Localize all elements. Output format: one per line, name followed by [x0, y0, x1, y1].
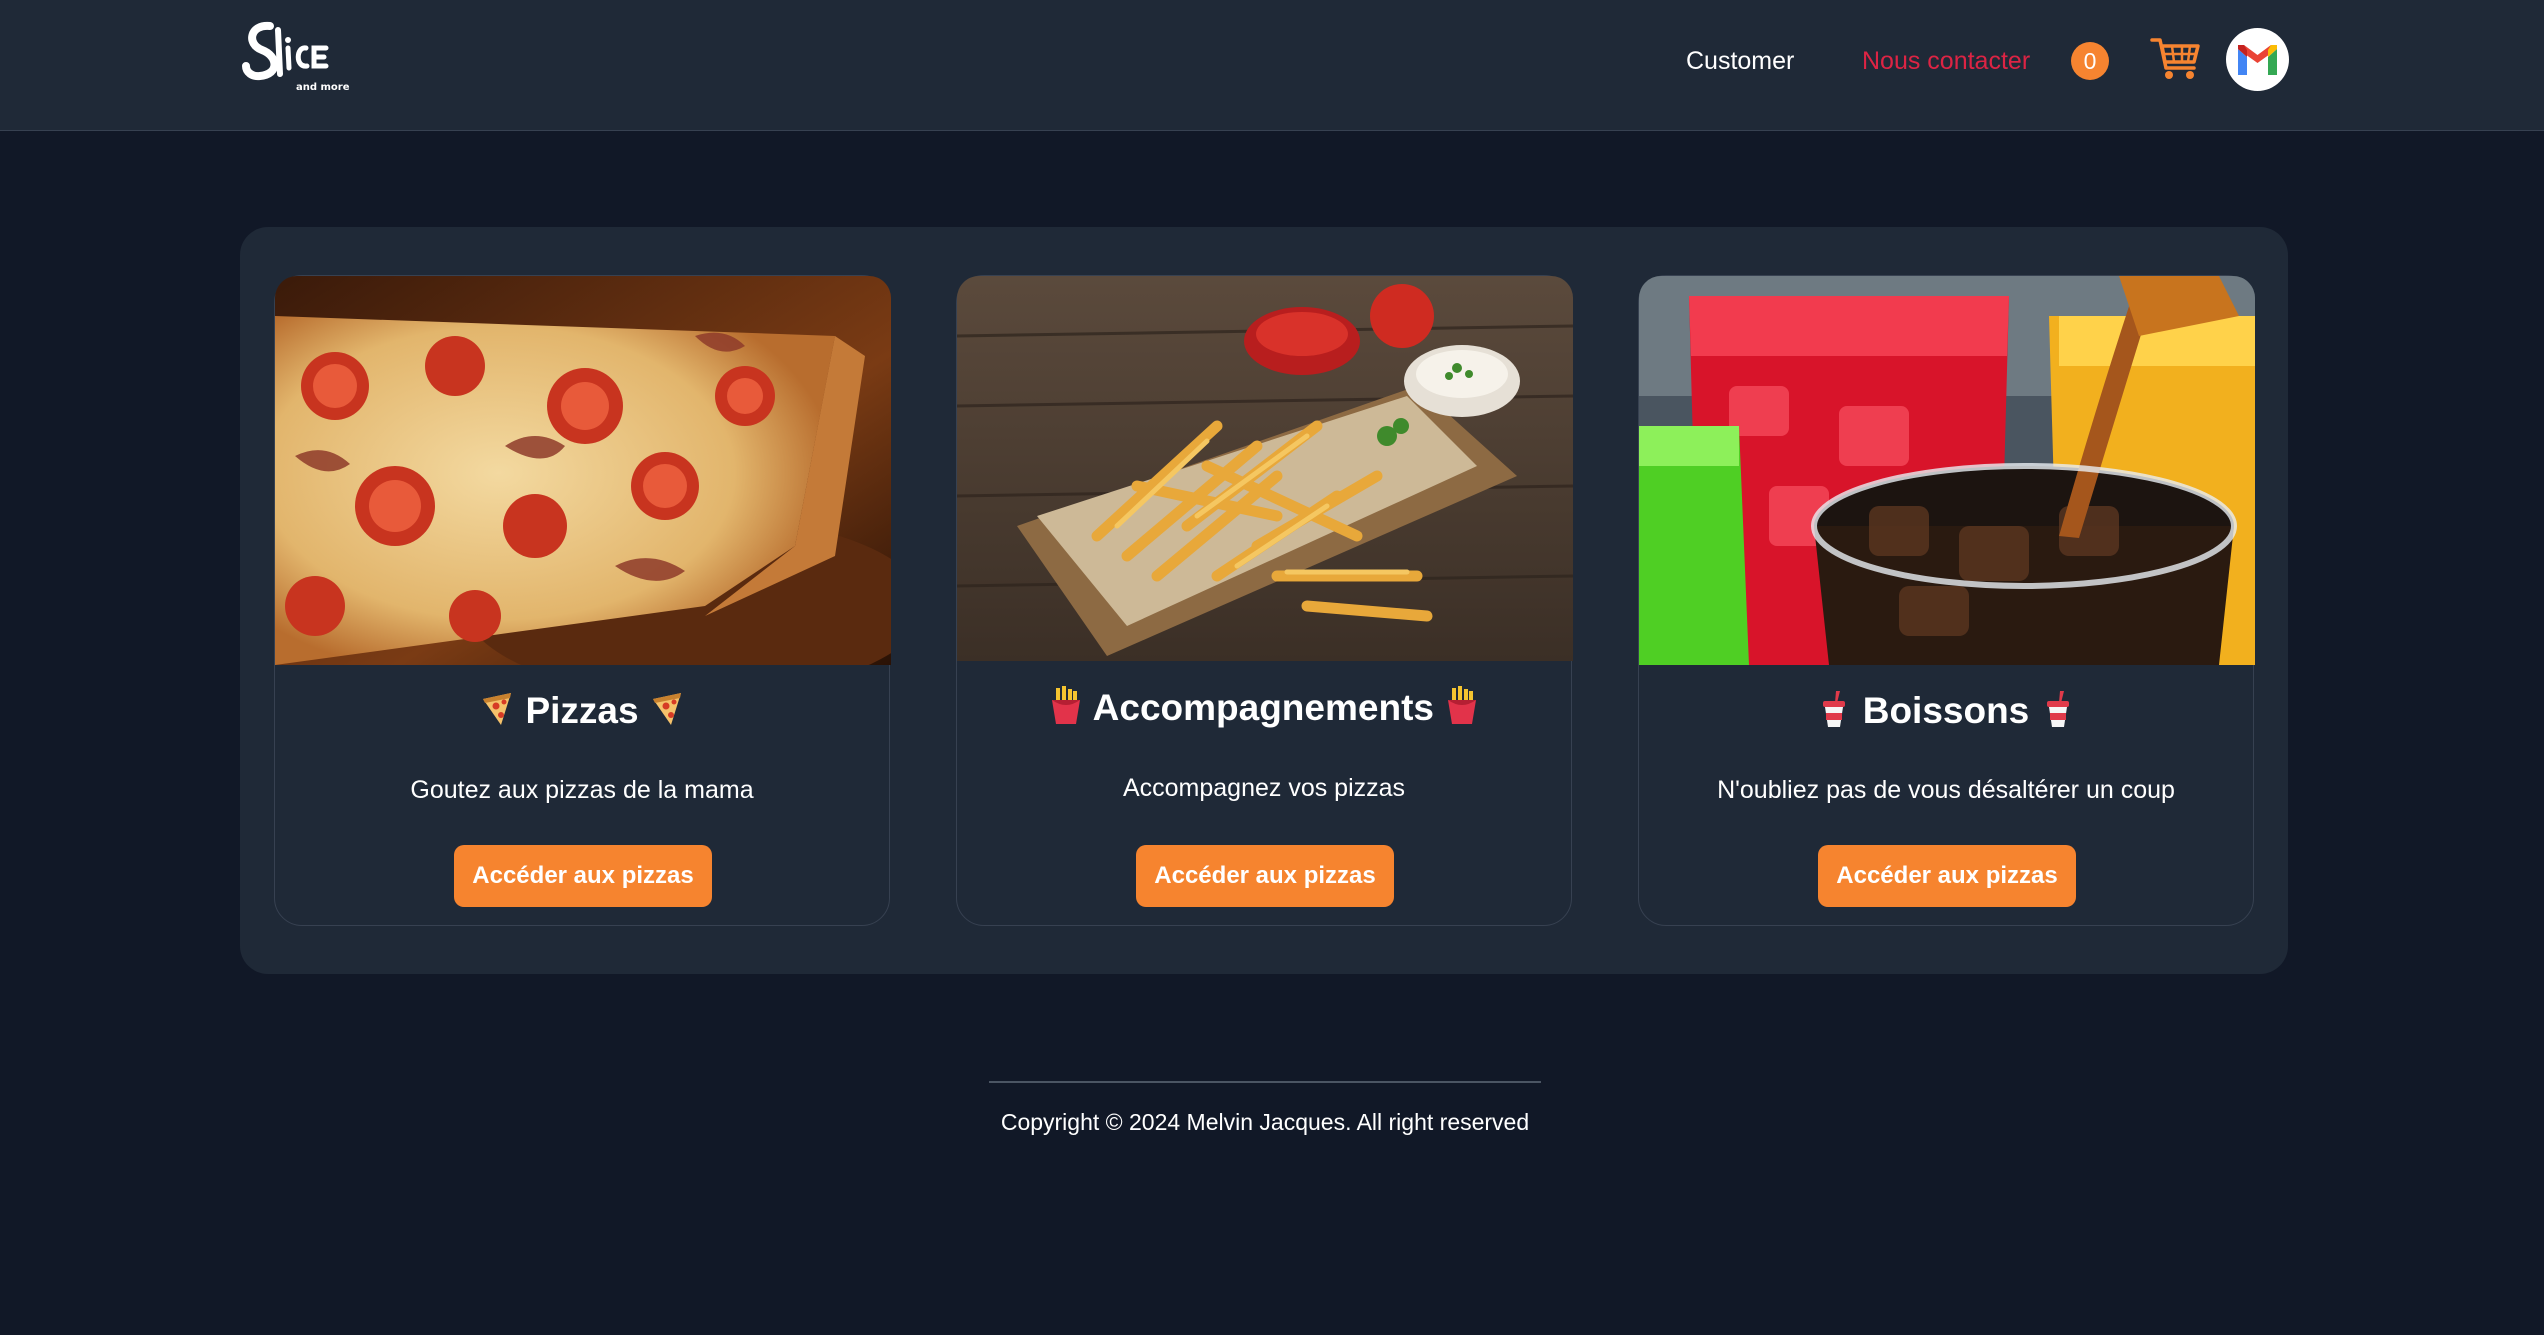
cart-count-badge: 0 — [2071, 42, 2109, 80]
nav-link-contact[interactable]: Nous contacter — [1862, 46, 2030, 76]
category-card-accompagnements: Accompagnements Accompagnez vos pizzas A… — [956, 275, 1573, 926]
category-title-text: Boissons — [1862, 690, 2030, 731]
access-accompagnements-button[interactable]: Accéder aux pizzas — [1136, 845, 1394, 907]
access-pizzas-button[interactable]: Accéder aux pizzas — [454, 845, 712, 907]
nav-link-customer[interactable]: Customer — [1686, 46, 1794, 76]
pizza-slice-icon — [649, 689, 685, 729]
footer-divider — [989, 1081, 1541, 1083]
shopping-cart-icon[interactable] — [2150, 34, 2202, 82]
category-card-boissons: Boissons N'oubliez pas de vous désaltére… — [1638, 275, 2255, 926]
category-panel: Pizzas Goutez aux pizzas de la mama Accé… — [240, 227, 2288, 974]
gmail-m-icon — [2238, 45, 2277, 75]
cup-with-straw-icon — [2040, 689, 2076, 729]
user-avatar[interactable] — [2226, 28, 2289, 91]
pizza-image — [275, 276, 891, 665]
category-title: Pizzas — [275, 689, 889, 733]
category-description: N'oubliez pas de vous désaltérer un coup — [1717, 776, 2175, 804]
category-title-text: Accompagnements — [1092, 687, 1434, 728]
category-title: Accompagnements — [957, 686, 1571, 730]
category-title-text: Pizzas — [525, 690, 639, 731]
category-description: Accompagnez vos pizzas — [1122, 774, 1406, 802]
french-fries-icon — [1048, 686, 1084, 726]
slice-logo[interactable]: and more — [240, 16, 350, 96]
category-description: Goutez aux pizzas de la mama — [410, 776, 754, 804]
category-card-pizzas: Pizzas Goutez aux pizzas de la mama Accé… — [274, 275, 891, 926]
drinks-image — [1639, 276, 2255, 665]
logo-tagline: and more — [296, 82, 350, 93]
copyright-text: Copyright © 2024 Melvin Jacques. All rig… — [1000, 1109, 1530, 1135]
fries-image — [957, 276, 1573, 661]
cup-with-straw-icon — [1816, 689, 1852, 729]
category-title: Boissons — [1639, 689, 2253, 733]
access-boissons-button[interactable]: Accéder aux pizzas — [1818, 845, 2076, 907]
top-navbar: and more Customer Nous contacter 0 — [0, 0, 2544, 131]
french-fries-icon — [1444, 686, 1480, 726]
pizza-slice-icon — [479, 689, 515, 729]
